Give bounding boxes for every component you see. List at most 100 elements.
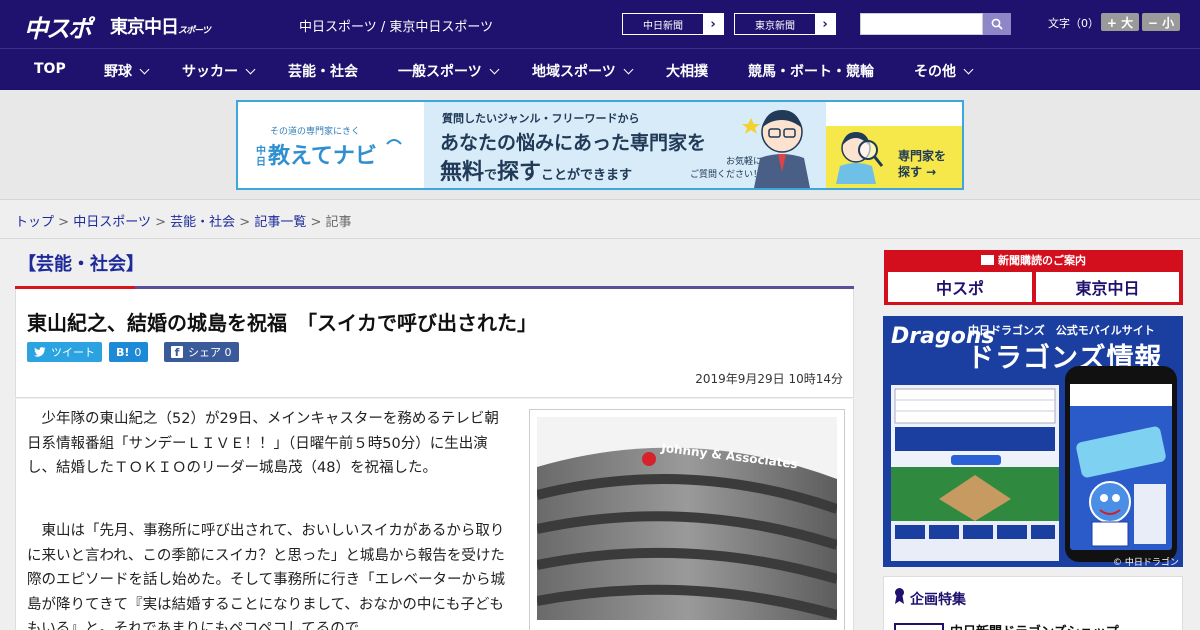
chunichi-shimbun-button[interactable]: 中日新聞 › [622,13,724,35]
article-body: 少年隊の東山紀之（52）が29日、メインキャスターを務めるテレビ朝日系情報番組「… [15,399,854,630]
nav-label: 競馬・ボート・競輪 [748,64,874,80]
speech-bubble-icon [385,139,402,145]
breadcrumb-link-entertainment[interactable]: 芸能・社会 [170,215,235,230]
top-header: 中スポ 東京中日スポーツ 中日スポーツ / 東京中日スポーツ 中日新聞 › 東京… [0,0,1200,48]
main-nav: TOP 野球 サッカー 芸能・社会 一般スポーツ 地域スポーツ 大相撲 競馬・ボ… [0,48,1200,90]
nav-item-regional-sports[interactable]: 地域スポーツ [532,61,634,81]
tokyo-chunichi-logo-text: 東京中日 [110,17,179,38]
tokyo-shimbun-button[interactable]: 東京新聞 › [734,13,836,35]
tokyo-chunichi-logo-suffix: スポーツ [178,26,211,36]
nav-item-top[interactable]: TOP [34,61,66,77]
ad-line-2: あなたの悩みにあった専門家を [440,132,707,154]
nav-item-other[interactable]: その他 [914,61,974,81]
ad-free-text: 無料 [440,160,485,185]
breadcrumb-separator: > [239,215,251,230]
special-features-title: 企画特集 [910,592,966,608]
subscribe-chuspo-button[interactable]: 中スポ [888,272,1032,302]
facebook-share-count: 0 [224,345,232,359]
article-paragraph: 少年隊の東山紀之（52）が29日、メインキャスターを務めるテレビ朝日系情報番組「… [27,411,499,476]
nav-item-general-sports[interactable]: 一般スポーツ [398,61,500,81]
article-headline: 東山紀之、結婚の城島を祝福 「スイカで呼び出された」 [27,311,537,335]
ad-line-3: 無料で探すことができます [440,154,632,186]
breadcrumb-separator: > [58,215,70,230]
nav-label: TOP [34,61,66,77]
chevron-down-icon [245,64,256,75]
breadcrumb: トップ > 中日スポーツ > 芸能・社会 > 記事一覧 > 記事 [15,211,352,230]
nav-item-baseball[interactable]: 野球 [104,61,150,81]
ad-message-panel: 質問したいジャンル・フリーワードから あなたの悩みにあった専門家を 無料で探すこ… [424,102,826,188]
dragons-mobile-site-banner[interactable]: Dragons 中日ドラゴンズ 公式モバイルサイト ドラゴンズ情報 © 中日ドラ… [883,316,1183,567]
award-icon [895,588,904,604]
chevron-down-icon [139,64,150,75]
tweet-button[interactable]: ツイート [27,342,102,362]
dragons-shop-link[interactable]: 中日新聞ドラゴンズショップ [950,621,1119,630]
building-photo: Johnny & Associates [537,417,837,620]
tweet-label: ツイート [51,346,95,359]
subscription-title-text: 新聞購読のご案内 [998,254,1086,267]
breadcrumb-link-top[interactable]: トップ [15,215,54,230]
nav-label: 野球 [104,64,132,80]
article-photo[interactable]: Johnny & Associates [529,409,845,630]
ad-cta-line-2: 探す → [898,165,937,179]
ad-de-text: で [484,168,498,183]
dragons-shop-thumbnail[interactable] [894,623,944,630]
breadcrumb-separator: > [310,215,322,230]
font-smaller-button[interactable]: − 小 [1142,13,1180,31]
nav-label: 芸能・社会 [288,64,358,80]
ad-search-text: 探す [497,160,542,185]
ad-logo: 中日教えてナビ [256,138,403,170]
facebook-share-button[interactable]: f シェア 0 [164,342,239,362]
breadcrumb-link-chunichi-sports[interactable]: 中日スポーツ [73,215,151,230]
special-features-box: 企画特集 中日新聞ドラゴンズショップ [883,576,1183,630]
search-input[interactable] [860,13,983,35]
subscribe-tokyo-chunichi-button[interactable]: 東京中日 [1036,272,1179,302]
ad-can-text: ことができます [541,168,633,183]
chevron-right-icon: › [710,16,716,32]
breadcrumb-divider [0,238,1200,239]
nav-item-racing[interactable]: 競馬・ボート・競輪 [748,61,874,81]
nav-item-soccer[interactable]: サッカー [182,61,256,81]
hatena-bookmark-button[interactable]: B! 0 [109,342,149,362]
tokyo-chunichi-logo[interactable]: 東京中日スポーツ [110,13,211,39]
subscription-title: 新聞購読のご案内 [884,252,1183,268]
search-button[interactable] [983,13,1011,35]
nav-item-entertainment[interactable]: 芸能・社会 [288,61,358,81]
tokyo-shimbun-label: 東京新聞 [735,14,815,34]
facebook-icon: f [171,346,183,359]
search-icon [991,18,1003,30]
font-size-label: 文字（0） [1048,17,1099,30]
baseball-scoreboard-image [891,371,1059,561]
twitter-icon [34,347,46,357]
chuspo-logo[interactable]: 中スポ [24,9,92,44]
ad-line-1: 質問したいジャンル・フリーワードから [442,112,640,125]
ad-cta-panel[interactable]: 専門家を 探す → [826,126,962,188]
nav-label: その他 [914,64,956,80]
breadcrumb-link-article-list[interactable]: 記事一覧 [254,215,306,230]
article-date: 2019年9月29日 10時14分 [695,372,843,386]
ad-logo-prefix: 中日 [256,146,266,168]
facebook-share-label: シェア [188,346,221,359]
hatena-icon: B! [116,345,130,359]
hatena-count: 0 [134,345,142,359]
ad-cta-line-1: 専門家を [898,149,947,163]
newspaper-subscription-box: 新聞購読のご案内 中スポ 東京中日 [884,250,1183,305]
ad-tagline: その道の専門家にきく [270,127,361,137]
advisor-illustration-icon [742,110,810,188]
nav-label: 大相撲 [666,64,708,80]
dragons-screen-preview [891,371,1059,561]
newspaper-icon [981,255,994,265]
dragons-copyright: © 中日ドラゴンズ [1113,558,1179,567]
magnifier-person-icon [836,132,884,184]
chevron-right-icon: › [822,16,828,32]
category-heading: 【芸能・社会】 [18,254,144,275]
site-name: 中日スポーツ / 東京中日スポーツ [299,20,494,35]
chevron-down-icon [623,64,634,75]
dragons-mascot-icon [1070,384,1172,547]
smartphone-illustration [1065,366,1177,562]
oshiete-navi-ad[interactable]: その道の専門家にきく 中日教えてナビ 質問したいジャンル・フリーワードから あな… [236,100,964,190]
nav-label: サッカー [182,64,238,80]
ad-logo-panel: その道の専門家にきく 中日教えてナビ [238,102,424,188]
phone-screen [1070,384,1172,550]
nav-item-sumo[interactable]: 大相撲 [666,61,708,81]
font-larger-button[interactable]: + 大 [1101,13,1139,31]
